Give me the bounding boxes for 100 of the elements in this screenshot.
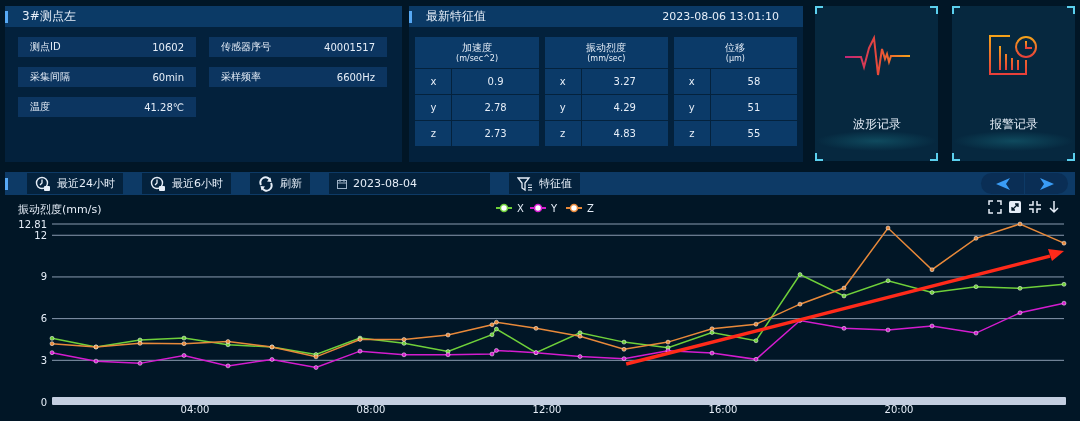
refresh-button[interactable]: 刷新: [250, 173, 310, 194]
header-accent: [5, 10, 8, 23]
field-value: 40001517: [324, 41, 375, 53]
column-title: 振动烈度: [586, 41, 627, 54]
data-point: [841, 326, 847, 331]
axis-cell: x: [415, 69, 452, 94]
data-point: [621, 356, 627, 361]
legend-item[interactable]: X: [495, 203, 524, 214]
data-point: [1017, 221, 1023, 227]
data-point: [313, 365, 319, 370]
x-tick-label: 04:00: [180, 404, 210, 415]
axis-cell: z: [544, 121, 581, 146]
y-tick-label: 9: [40, 271, 47, 283]
column-title: 位移: [725, 41, 746, 54]
data-point: [973, 236, 979, 241]
data-point: [445, 332, 451, 338]
data-point: [753, 357, 759, 362]
axis-cell: z: [415, 121, 452, 146]
calendar-icon: [337, 178, 347, 189]
axis-cell: y: [544, 95, 581, 120]
x-tick-label: 08:00: [356, 404, 386, 415]
value-cell: 55: [710, 121, 797, 146]
time-range-button[interactable]: 最近24小时: [27, 173, 123, 194]
clock-icon: [35, 175, 51, 192]
header-accent: [5, 177, 8, 190]
heartbeat-wave-icon: [843, 34, 910, 78]
value-cell: 4.83: [581, 121, 668, 146]
x-tick-label: 16:00: [708, 404, 738, 415]
data-point: [577, 354, 583, 359]
time-range-button[interactable]: 最近6小时: [142, 173, 231, 194]
restore-icon[interactable]: [1009, 201, 1021, 213]
date-field[interactable]: 2023-08-04: [329, 173, 490, 194]
y-tick-label: 6: [40, 313, 47, 325]
y-tick-label: 3: [40, 354, 47, 366]
unit-label: (mm/sec): [587, 53, 626, 64]
y-tick-label: 0: [40, 396, 47, 408]
axis-cell: y: [673, 95, 710, 120]
legend-item[interactable]: Z: [565, 203, 594, 214]
data-point: [797, 301, 803, 307]
x-tick-label: 20:00: [884, 404, 914, 415]
y-axis-title: 振动烈度(mm/s): [18, 203, 102, 216]
data-point: [929, 323, 935, 329]
data-point: [797, 318, 803, 323]
y-tick-label: 12.81: [18, 218, 47, 230]
value-cell: 0.9: [452, 69, 539, 94]
axis-cell: x: [544, 69, 581, 94]
data-point: [269, 357, 275, 362]
data-point: [929, 290, 935, 295]
field-label: 采样频率: [221, 70, 261, 84]
zoom-slider[interactable]: [52, 397, 1066, 405]
field-value: 10602: [152, 41, 184, 53]
value-cell: 51: [710, 95, 797, 120]
data-point: [225, 363, 231, 369]
feature-filter-button[interactable]: 特征值: [509, 173, 580, 194]
data-point: [1061, 282, 1067, 287]
data-point: [841, 293, 847, 299]
record-card[interactable]: 波形记录: [815, 6, 938, 161]
shrink-icon[interactable]: [1028, 200, 1042, 214]
x-tick-label: 12:00: [532, 404, 562, 415]
header-accent: [409, 10, 413, 23]
record-card[interactable]: 报警记录: [952, 6, 1075, 161]
data-point: [841, 285, 847, 291]
value-cell: 58: [710, 69, 797, 94]
legend-label: Y: [550, 203, 558, 214]
data-point: [1017, 310, 1023, 316]
legend-item[interactable]: Y: [529, 203, 558, 214]
legend-label: X: [517, 203, 524, 214]
fullscreen-icon[interactable]: [988, 200, 1002, 214]
field-value: 60min: [152, 71, 184, 83]
value-cell: 2.73: [452, 121, 539, 146]
data-point: [401, 352, 407, 357]
legend-label: Z: [587, 203, 594, 214]
download-icon[interactable]: [1049, 200, 1059, 214]
data-point: [973, 284, 979, 289]
unit-label: (m/sec^2): [456, 53, 499, 64]
data-point: [885, 225, 891, 231]
data-point: [753, 338, 759, 343]
next-button[interactable]: [1025, 173, 1068, 194]
previous-button[interactable]: [981, 173, 1024, 194]
panel-title: 3#测点左: [22, 8, 76, 25]
value-cell: 4.29: [581, 95, 668, 120]
data-point: [357, 348, 363, 354]
data-point: [1017, 286, 1023, 291]
filter-icon: [517, 175, 533, 192]
data-point: [533, 326, 539, 331]
clock-icon: [150, 175, 166, 192]
field-label: 测点ID: [30, 40, 61, 54]
value-cell: 3.27: [581, 69, 668, 94]
field-value: 6600Hz: [336, 71, 375, 83]
data-point: [181, 353, 187, 358]
bar-chart-clock-icon: [987, 34, 1040, 78]
panel-title: 最新特征值: [426, 8, 487, 25]
data-point: [885, 278, 891, 283]
y-tick-label: 12: [34, 229, 47, 241]
field-label: 传感器序号: [221, 40, 271, 54]
data-point: [753, 321, 759, 327]
field-label: 采集间隔: [30, 70, 70, 84]
timestamp: 2023-08-06 13:01:10: [662, 10, 779, 23]
data-point: [797, 272, 803, 277]
data-point: [709, 350, 715, 356]
